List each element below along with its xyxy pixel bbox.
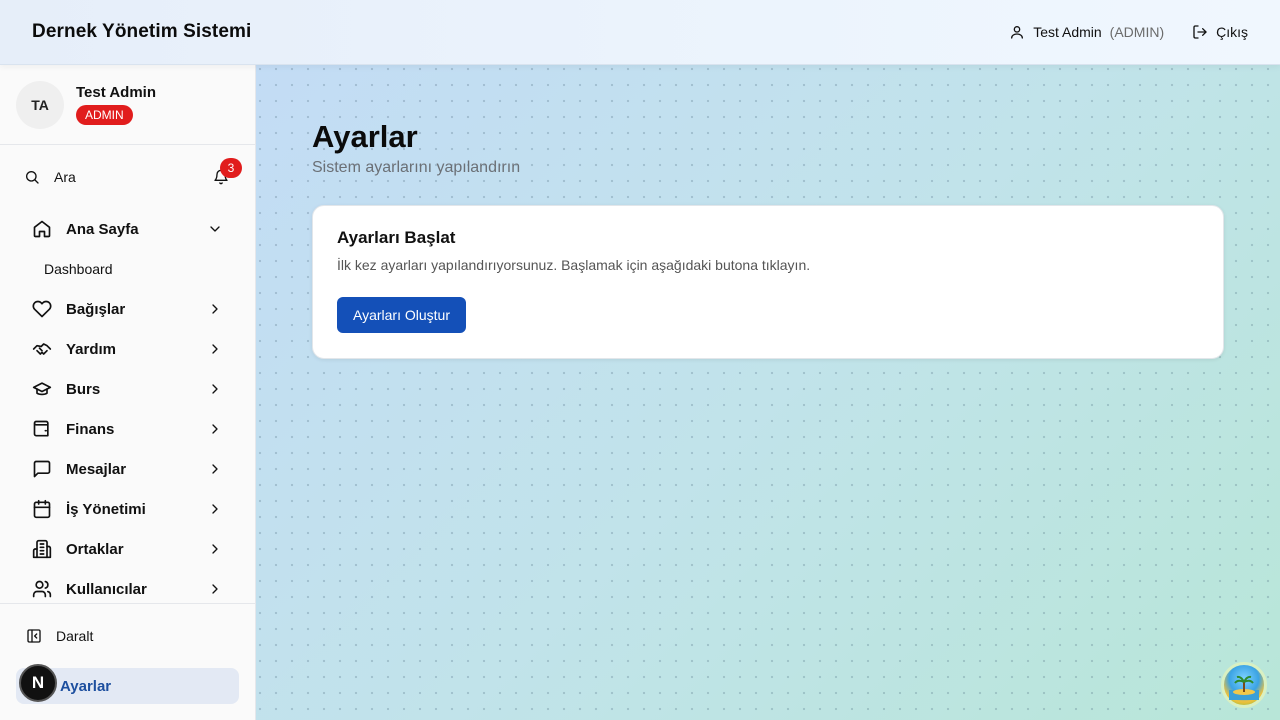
header-user: Test Admin (ADMIN) bbox=[1009, 24, 1164, 40]
sidebar-item-burs[interactable]: Burs bbox=[16, 369, 239, 409]
sidebar-item-label: Kullanıcılar bbox=[66, 580, 147, 598]
logout-label: Çıkış bbox=[1216, 24, 1248, 40]
header-user-role: (ADMIN) bbox=[1109, 24, 1165, 40]
sidebar-item-label: Ana Sayfa bbox=[66, 220, 139, 238]
header-user-name: Test Admin bbox=[1033, 24, 1102, 40]
message-icon bbox=[32, 459, 52, 479]
create-settings-button[interactable]: Ayarları Oluştur bbox=[337, 297, 466, 333]
user-icon bbox=[1009, 24, 1025, 40]
sidebar-profile: TA Test Admin ADMIN bbox=[0, 65, 255, 145]
sidebar-subitem-dashboard[interactable]: Dashboard bbox=[16, 249, 239, 289]
handshake-icon bbox=[32, 339, 52, 359]
sidebar-item-label: İş Yönetimi bbox=[66, 500, 146, 518]
calendar-icon bbox=[32, 499, 52, 519]
collapse-sidebar-button[interactable]: Daralt bbox=[16, 616, 239, 656]
sidebar-item-label: Burs bbox=[66, 380, 101, 398]
chevron-right-icon bbox=[207, 541, 223, 557]
search-icon[interactable] bbox=[24, 169, 40, 185]
page-title: Ayarlar bbox=[312, 119, 418, 154]
chevron-right-icon bbox=[207, 301, 223, 317]
sidebar-item-label: Bağışlar bbox=[66, 300, 126, 318]
page-subtitle: Sistem ayarlarını yapılandırın bbox=[312, 159, 521, 176]
sidebar-item-ana-sayfa[interactable]: Ana Sayfa bbox=[16, 209, 239, 249]
sidebar-item-yardim[interactable]: Yardım bbox=[16, 329, 239, 369]
sidebar-item-label: Mesajlar bbox=[66, 460, 127, 478]
card-description: İlk kez ayarları yapılandırıyorsunuz. Ba… bbox=[337, 257, 811, 273]
chevron-right-icon bbox=[207, 581, 223, 597]
sidebar-item-label: Yardım bbox=[66, 340, 117, 358]
chevron-right-icon bbox=[207, 341, 223, 357]
sidebar: TA Test Admin ADMIN Ara 3 Ana Sayfa Dash… bbox=[0, 65, 256, 720]
chevron-right-icon bbox=[207, 421, 223, 437]
notification-count-badge: 3 bbox=[220, 158, 242, 178]
sidebar-item-bagislar[interactable]: Bağışlar bbox=[16, 289, 239, 329]
chevron-down-icon bbox=[207, 221, 223, 237]
top-header: Dernek Yönetim Sistemi Test Admin (ADMIN… bbox=[0, 0, 1280, 65]
wallet-icon bbox=[32, 419, 52, 439]
sidebar-item-is-yonetimi[interactable]: İş Yönetimi bbox=[16, 489, 239, 529]
main-content: Ayarlar Sistem ayarlarını yapılandırın A… bbox=[256, 65, 1280, 720]
sidebar-item-ortaklar[interactable]: Ortaklar bbox=[16, 529, 239, 569]
page-header: Ayarlar Sistem ayarlarını yapılandırın bbox=[312, 119, 520, 177]
sidebar-item-finans[interactable]: Finans bbox=[16, 409, 239, 449]
settings-init-card: Ayarları Başlat İlk kez ayarları yapılan… bbox=[312, 205, 1224, 359]
users-icon bbox=[32, 579, 52, 599]
assistant-avatar-icon[interactable] bbox=[1221, 662, 1267, 708]
sidebar-item-label: Finans bbox=[66, 420, 115, 438]
card-title: Ayarları Başlat bbox=[337, 228, 456, 247]
sidebar-nav: Ana Sayfa Dashboard Bağışlar Yardım Burs… bbox=[0, 209, 255, 609]
chevron-right-icon bbox=[207, 381, 223, 397]
sidebar-item-mesajlar[interactable]: Mesajlar bbox=[16, 449, 239, 489]
profile-name: Test Admin bbox=[76, 84, 157, 101]
search-row: Ara 3 bbox=[0, 145, 255, 209]
search-label[interactable]: Ara bbox=[54, 169, 76, 185]
chevron-right-icon bbox=[207, 461, 223, 477]
building-icon bbox=[32, 539, 52, 559]
logout-icon bbox=[1192, 24, 1208, 40]
app-title: Dernek Yönetim Sistemi bbox=[32, 21, 252, 42]
logout-button[interactable]: Çıkış bbox=[1192, 24, 1248, 40]
panel-collapse-icon bbox=[26, 628, 42, 644]
dev-tools-logo[interactable]: N bbox=[19, 664, 57, 702]
home-icon bbox=[32, 219, 52, 239]
role-badge: ADMIN bbox=[76, 105, 133, 125]
sidebar-item-label: Ortaklar bbox=[66, 540, 124, 558]
header-actions: Test Admin (ADMIN) Çıkış bbox=[1009, 24, 1248, 40]
graduation-cap-icon bbox=[32, 379, 52, 399]
avatar: TA bbox=[16, 80, 64, 129]
heart-icon bbox=[32, 299, 52, 319]
sidebar-footer: Daralt Ayarlar bbox=[0, 603, 255, 720]
collapse-label: Daralt bbox=[56, 628, 94, 644]
chevron-right-icon bbox=[207, 501, 223, 517]
